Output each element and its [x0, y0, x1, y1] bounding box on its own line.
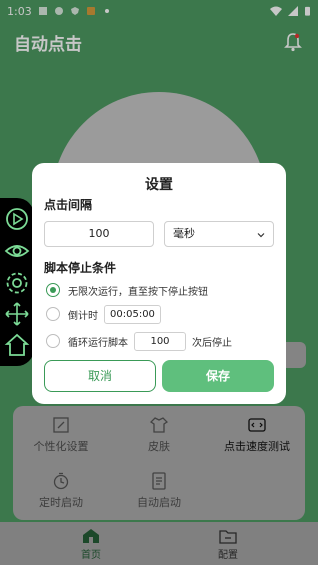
unit-select-value: 毫秒	[173, 227, 195, 240]
unit-select[interactable]: 毫秒	[164, 221, 274, 247]
gear-icon[interactable]	[4, 270, 30, 296]
play-icon[interactable]	[4, 206, 30, 232]
home-icon[interactable]	[4, 332, 30, 358]
app-screen: 1:03 自动点击 个性化设置 皮肤 点击速度测试 定时启动 自动启动 首页 配…	[0, 0, 318, 565]
floating-toolbar	[0, 198, 34, 366]
settings-dialog: 设置 点击间隔 100 毫秒 脚本停止条件 无限次运行，直至按下停止按钮 倒计时…	[32, 163, 286, 404]
option-loop-label: 循环运行脚本	[68, 337, 128, 349]
radio-loop[interactable]	[46, 334, 60, 348]
option-loop-suffix: 次后停止	[192, 337, 232, 349]
option-countdown-label: 倒计时	[68, 310, 98, 322]
interval-label: 点击间隔	[44, 198, 93, 212]
interval-input[interactable]: 100	[44, 221, 154, 247]
radio-countdown[interactable]	[46, 307, 60, 321]
option-loop[interactable]: 循环运行脚本 100 次后停止	[46, 331, 232, 351]
stop-condition-label: 脚本停止条件	[44, 261, 117, 275]
move-icon[interactable]	[4, 301, 30, 327]
option-infinite-label: 无限次运行，直至按下停止按钮	[68, 286, 208, 298]
cancel-button[interactable]: 取消	[44, 360, 156, 392]
save-button[interactable]: 保存	[162, 360, 274, 392]
eye-icon[interactable]	[4, 238, 30, 264]
dialog-title: 设置	[145, 177, 173, 193]
option-countdown[interactable]: 倒计时 00:05:00	[46, 304, 161, 324]
option-infinite[interactable]: 无限次运行，直至按下停止按钮	[46, 280, 208, 300]
countdown-input[interactable]: 00:05:00	[104, 304, 161, 324]
loop-count-input[interactable]: 100	[134, 331, 186, 351]
chevron-down-icon	[257, 233, 265, 238]
radio-infinite[interactable]	[46, 283, 60, 297]
